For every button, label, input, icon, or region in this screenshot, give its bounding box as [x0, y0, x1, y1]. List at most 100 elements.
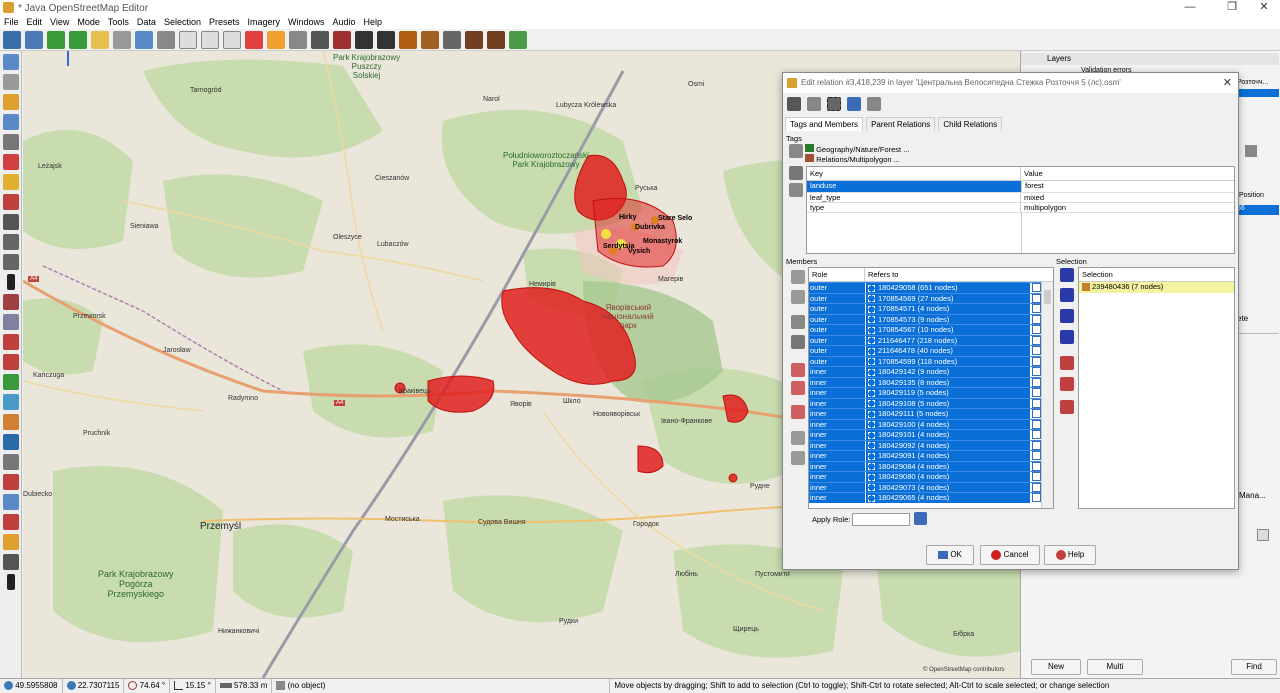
apply-role-check-icon[interactable] — [914, 512, 927, 525]
refers-to-header[interactable]: Refers to — [865, 268, 1030, 281]
member-role[interactable]: inner — [809, 377, 865, 387]
member-role[interactable]: outer — [809, 293, 865, 303]
sort-members-icon[interactable] — [791, 363, 805, 377]
layer-delete-icon[interactable] — [1245, 145, 1257, 157]
download-icon[interactable] — [47, 30, 65, 49]
member-role[interactable]: inner — [809, 388, 865, 398]
member-ref[interactable]: 180429101 (4 nodes) — [865, 430, 1030, 440]
menu-selection[interactable]: Selection — [160, 16, 205, 29]
buildings-tool-icon[interactable] — [3, 234, 19, 250]
tags-dialog-icon[interactable] — [3, 314, 19, 330]
close-button[interactable]: ✕ — [1246, 0, 1280, 16]
member-ref[interactable]: 170854567 (10 nodes) — [865, 325, 1030, 335]
member-role[interactable]: inner — [809, 398, 865, 408]
redo-icon[interactable] — [113, 30, 131, 49]
member-ref[interactable]: 180429142 (9 nodes) — [865, 367, 1030, 377]
member-ref[interactable]: 211646478 (40 nodes) — [865, 346, 1030, 356]
factory-icon[interactable] — [487, 30, 505, 49]
parallel-tool-icon[interactable] — [3, 174, 19, 190]
select-members-icon[interactable] — [807, 97, 821, 111]
traffic-light-icon[interactable] — [267, 30, 285, 49]
refresh-icon[interactable] — [787, 97, 801, 111]
role-header[interactable]: Role — [809, 268, 865, 281]
upload-icon[interactable] — [69, 30, 87, 49]
member-role[interactable]: outer — [809, 314, 865, 324]
filter-icon[interactable] — [3, 454, 19, 470]
menu-presets[interactable]: Presets — [205, 16, 244, 29]
member-row[interactable]: inner 180429108 (5 nodes) — [809, 397, 1053, 408]
member-row[interactable]: outer 180429058 (651 nodes) — [809, 282, 1053, 293]
tag-row-leaf-type[interactable]: leaf_type mixed — [807, 191, 1234, 203]
help-button[interactable]: Help — [1044, 545, 1096, 565]
warning-sign-icon[interactable] — [399, 30, 417, 49]
download-members-icon[interactable] — [791, 431, 805, 445]
validation-icon[interactable] — [3, 434, 19, 450]
selection-dialog-icon[interactable] — [3, 334, 19, 350]
member-ref[interactable]: 180429119 (5 nodes) — [865, 388, 1030, 398]
member-row[interactable]: inner 180429119 (5 nodes) — [809, 387, 1053, 398]
member-ref[interactable]: 180429092 (4 nodes) — [865, 440, 1030, 450]
member-ref[interactable]: 170854569 (27 nodes) — [865, 293, 1030, 303]
key-header[interactable]: Key — [807, 167, 1021, 180]
member-role[interactable]: inner — [809, 430, 865, 440]
delete-tag-icon[interactable] — [789, 166, 803, 180]
member-role[interactable]: inner — [809, 419, 865, 429]
add-after-icon[interactable] — [1060, 309, 1074, 323]
tag-key[interactable]: type — [807, 203, 1021, 212]
tag-value[interactable]: mixed — [1021, 193, 1044, 203]
preferences-icon[interactable] — [157, 30, 175, 49]
set-role-icon[interactable] — [1060, 356, 1074, 370]
member-ref[interactable]: 180429091 (4 nodes) — [865, 451, 1030, 461]
member-ref[interactable]: 180429065 (4 nodes) — [865, 493, 1030, 503]
preset-multipolygon[interactable]: Relations/Multipolygon ... — [805, 154, 900, 164]
menu-windows[interactable]: Windows — [284, 16, 329, 29]
add-before-icon[interactable] — [1060, 288, 1074, 302]
member-role[interactable]: inner — [809, 367, 865, 377]
find-button[interactable]: Find — [1231, 659, 1277, 675]
tag-key[interactable]: leaf_type — [807, 192, 1021, 202]
menu-mode[interactable]: Mode — [73, 16, 104, 29]
history-icon[interactable] — [3, 394, 19, 410]
save-icon[interactable] — [25, 30, 43, 49]
member-role[interactable]: inner — [809, 472, 865, 482]
menu-data[interactable]: Data — [133, 16, 160, 29]
paste-tags-icon[interactable] — [789, 183, 803, 197]
layer-selected-row[interactable] — [1237, 89, 1279, 97]
members-scrollbar[interactable] — [1041, 282, 1053, 508]
members-scrollbar-thumb[interactable] — [1044, 290, 1051, 304]
member-role[interactable]: inner — [809, 461, 865, 471]
member-role[interactable]: inner — [809, 409, 865, 419]
dialog-close-button[interactable]: ✕ — [1223, 73, 1232, 93]
minimize-button[interactable]: — — [1172, 0, 1208, 16]
bus-icon[interactable] — [377, 30, 395, 49]
remove-selected-icon[interactable] — [1060, 400, 1074, 414]
lasso-tool-icon[interactable] — [3, 74, 19, 90]
member-role[interactable]: outer — [809, 325, 865, 335]
reverse-way-icon[interactable] — [223, 30, 241, 49]
member-ref[interactable]: 180429080 (4 nodes) — [865, 472, 1030, 482]
member-role[interactable]: outer — [809, 304, 865, 314]
cancel-button[interactable]: Cancel — [980, 545, 1040, 565]
map-paint-icon[interactable] — [3, 374, 19, 390]
maximize-button[interactable]: ❐ — [1214, 0, 1250, 16]
imagery-icon[interactable] — [3, 534, 19, 550]
member-role[interactable]: inner — [809, 493, 865, 503]
reverse-members-icon[interactable] — [791, 405, 805, 419]
delete-relation-icon[interactable] — [867, 97, 881, 111]
users-icon[interactable] — [3, 494, 19, 510]
restaurant-icon[interactable] — [421, 30, 439, 49]
split-way-icon[interactable] — [179, 30, 197, 49]
member-row[interactable]: inner 180429100 (4 nodes) — [809, 418, 1053, 429]
add-at-start-icon[interactable] — [1060, 268, 1074, 282]
member-row[interactable]: inner 180429080 (4 nodes) — [809, 471, 1053, 482]
select-relation-icon[interactable] — [827, 97, 841, 111]
zoom-to-relation-icon[interactable] — [847, 97, 861, 111]
delete-tool-icon[interactable] — [3, 134, 19, 150]
member-row[interactable]: inner 180429091 (4 nodes) — [809, 450, 1053, 461]
tags-empty-row[interactable] — [1021, 212, 1022, 253]
select-tool-icon[interactable] — [3, 54, 19, 70]
select-in-table-icon[interactable] — [1060, 377, 1074, 391]
tag-row-type[interactable]: type multipolygon — [807, 202, 1234, 213]
member-row[interactable]: inner 180429111 (5 nodes) — [809, 408, 1053, 419]
new-button[interactable]: New — [1031, 659, 1081, 675]
